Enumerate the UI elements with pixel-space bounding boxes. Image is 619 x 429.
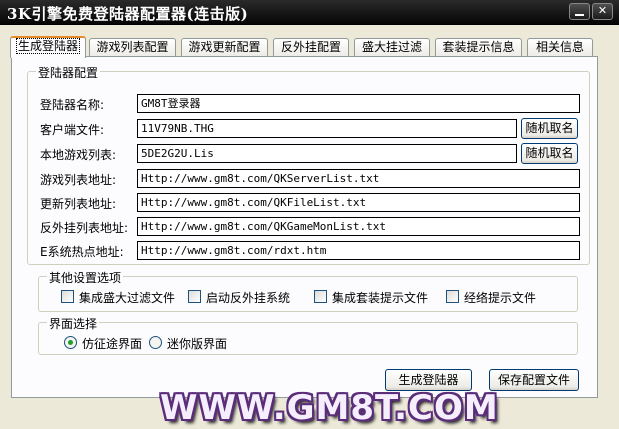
launcher-name-label: 登陆器名称:: [40, 98, 105, 112]
anti-cheat-list-url-label: 反外挂列表地址:: [40, 221, 129, 235]
close-button[interactable]: ✕: [592, 3, 613, 20]
checkbox-set-tip[interactable]: [314, 290, 327, 303]
radio-label-zhengtu-ui: 仿征途界面: [82, 337, 143, 351]
group-title-other-settings: 其他设置选项: [47, 269, 124, 286]
local-game-list-input[interactable]: 5DE2G2U.Lis: [137, 144, 517, 163]
tab-anti-cheat-config[interactable]: 反外挂配置: [273, 38, 349, 57]
tab-game-list-config[interactable]: 游戏列表配置: [89, 38, 176, 57]
client-file-input[interactable]: 11V79NB.THG: [137, 119, 517, 138]
e-system-hotspot-label: E系统热点地址:: [40, 245, 124, 259]
radio-zhengtu-ui[interactable]: [64, 336, 77, 349]
game-list-url-label: 游戏列表地址:: [40, 173, 117, 187]
checkbox-label-meridian-tip: 经络提示文件: [464, 291, 537, 305]
radio-label-mini-ui: 迷你版界面: [167, 337, 228, 351]
group-title-ui-selection: 界面选择: [47, 315, 100, 332]
checkbox-label-shanda-filter: 集成盛大过滤文件: [79, 291, 176, 305]
group-title-launcher-config: 登陆器配置: [36, 64, 101, 81]
tab-game-update-config[interactable]: 游戏更新配置: [181, 38, 268, 57]
update-list-url-input[interactable]: Http://www.gm8t.com/QKFileList.txt: [137, 193, 580, 212]
anti-cheat-list-url-input[interactable]: Http://www.gm8t.com/QKGameMonList.txt: [137, 217, 580, 236]
checkbox-meridian-tip[interactable]: [446, 290, 459, 303]
tab-set-tip-info[interactable]: 套装提示信息: [435, 38, 522, 57]
checkbox-label-set-tip: 集成套装提示文件: [332, 291, 429, 305]
title-bar: 3K引擎免费登陆器配置器(连击版) ✕: [0, 0, 619, 25]
save-config-button[interactable]: 保存配置文件: [489, 369, 579, 391]
checkbox-label-anti-cheat: 启动反外挂系统: [206, 291, 291, 305]
checkbox-anti-cheat[interactable]: [188, 290, 201, 303]
e-system-hotspot-input[interactable]: Http://www.gm8t.com/rdxt.htm: [137, 241, 580, 260]
minimize-icon: [575, 14, 584, 16]
window-title: 3K引擎免费登陆器配置器(连击版): [7, 5, 249, 23]
close-icon: ✕: [597, 4, 608, 17]
random-name-button-client[interactable]: 随机取名: [521, 118, 578, 139]
random-name-button-list[interactable]: 随机取名: [521, 143, 578, 164]
tab-related-info[interactable]: 相关信息: [527, 38, 593, 57]
game-list-url-input[interactable]: Http://www.gm8t.com/QKServerList.txt: [137, 169, 580, 188]
checkbox-shanda-filter[interactable]: [61, 290, 74, 303]
radio-mini-ui[interactable]: [149, 336, 162, 349]
local-game-list-label: 本地游戏列表:: [40, 148, 117, 162]
tab-panel: 登陆器配置 登陆器名称: GM8T登录器 客户端文件: 11V79NB.THG …: [11, 56, 598, 398]
client-file-label: 客户端文件:: [40, 123, 105, 137]
tab-generate-launcher[interactable]: 生成登陆器: [10, 36, 86, 58]
tab-shanda-filter[interactable]: 盛大挂过滤: [354, 38, 430, 57]
minimize-button[interactable]: [569, 3, 590, 20]
watermark-logo: WWW.GM8T.COM: [160, 388, 499, 428]
update-list-url-label: 更新列表地址:: [40, 197, 117, 211]
launcher-name-input[interactable]: GM8T登录器: [137, 94, 580, 113]
